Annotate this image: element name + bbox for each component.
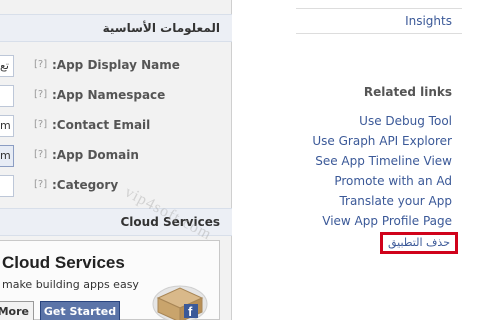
contact-email-input[interactable]: m [0, 115, 14, 137]
field-row-category: [?] :Category [0, 175, 232, 197]
help-icon[interactable]: [?] [34, 119, 47, 130]
category-select[interactable] [0, 175, 14, 197]
category-label: :Category [52, 178, 119, 192]
help-icon[interactable]: [?] [34, 89, 47, 100]
cloud-services-heading: Cloud Services [2, 253, 125, 272]
field-row-app-domain: m [?] :App Domain [0, 145, 232, 167]
field-row-contact-email: m [?] :Contact Email [0, 115, 232, 137]
app-domain-label: :App Domain [52, 148, 139, 162]
namespace-input[interactable] [0, 85, 14, 107]
basic-info-header: المعلومات الأساسية [0, 14, 232, 42]
link-promote-ad[interactable]: Promote with an Ad [312, 172, 452, 192]
display-name-input[interactable]: تع [0, 55, 14, 77]
app-domain-input[interactable]: m [0, 145, 14, 167]
get-started-button[interactable]: Get Started [40, 301, 120, 320]
contact-email-label: :Contact Email [52, 118, 151, 132]
help-icon[interactable]: [?] [34, 59, 47, 70]
link-view-profile-page[interactable]: View App Profile Page [312, 212, 452, 232]
field-row-display-name: تع [?] :App Display Name [0, 55, 232, 77]
link-translate-app[interactable]: Translate your App [312, 192, 452, 212]
insights-link[interactable]: Insights [405, 14, 452, 28]
field-row-namespace: [?] :App Namespace [0, 85, 232, 107]
basic-info-title: المعلومات الأساسية [102, 21, 220, 35]
display-name-label: :App Display Name [52, 58, 180, 72]
link-debug-tool[interactable]: Use Debug Tool [312, 112, 452, 132]
svg-text:f: f [188, 304, 193, 319]
link-timeline-view[interactable]: See App Timeline View [312, 152, 452, 172]
more-button[interactable]: More [0, 301, 34, 320]
help-icon[interactable]: [?] [34, 179, 47, 190]
delete-app-link[interactable]: حذف التطبيق [380, 232, 458, 254]
related-links-list: Use Debug Tool Use Graph API Explorer Se… [312, 112, 452, 232]
related-links-title: Related links [363, 85, 452, 99]
settings-panel: المعلومات الأساسية تع [?] :App Display N… [0, 0, 232, 320]
app-package-icon: f [152, 285, 208, 320]
cloud-services-subtitle: make building apps easy [2, 278, 139, 291]
namespace-label: :App Namespace [52, 88, 166, 102]
insights-section: Insights [296, 8, 462, 34]
link-graph-api-explorer[interactable]: Use Graph API Explorer [312, 132, 452, 152]
help-icon[interactable]: [?] [34, 149, 47, 160]
